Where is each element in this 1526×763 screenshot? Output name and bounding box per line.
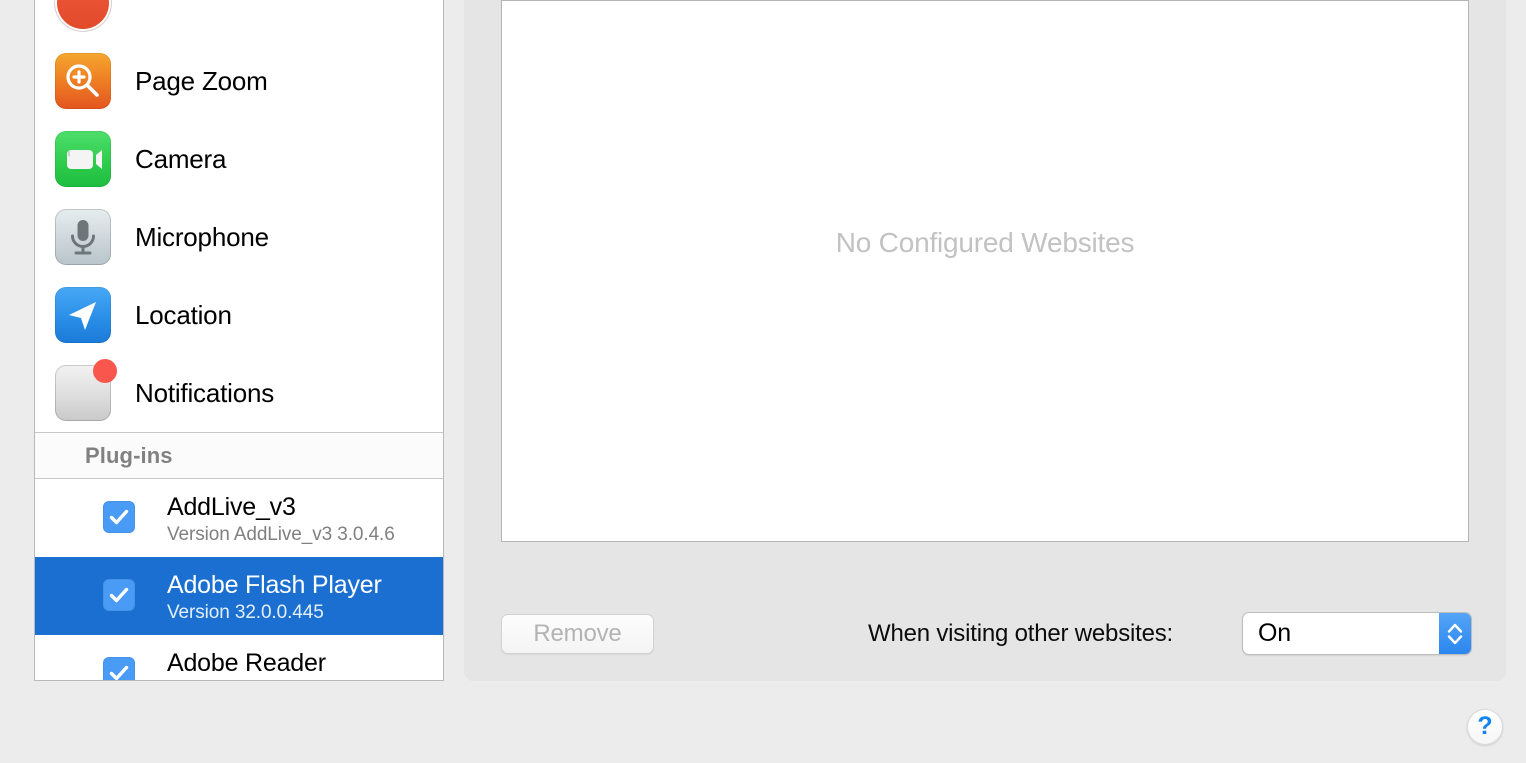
sidebar-item-notifications[interactable]: Notifications [35,354,443,432]
settings-sidebar-list[interactable]: Page Zoom Camera Microphone Location Not… [34,0,444,681]
plugin-row-addlive[interactable]: AddLive_v3 Version AddLive_v3 3.0.4.6 [35,479,443,557]
plugin-checkbox[interactable] [103,501,135,533]
sidebar-item-label: Location [135,299,232,330]
sidebar-item-label: Page Zoom [135,65,268,96]
sidebar-group-header-plugins: Plug-ins [35,432,443,479]
plugin-version: Version 17.012.20098 [167,678,350,680]
plugin-checkbox[interactable] [103,579,135,611]
stepper-arrows-icon[interactable] [1439,613,1471,654]
help-button[interactable]: ? [1467,709,1503,745]
remove-button[interactable]: Remove [501,614,654,654]
empty-state-message: No Configured Websites [835,227,1135,258]
microphone-icon [55,209,111,265]
sidebar-item-label: Microphone [135,221,269,252]
plugin-version: Version 32.0.0.445 [167,602,324,623]
notification-badge-icon [55,359,117,421]
sidebar-item-label: Notifications [135,377,275,408]
when-visiting-other-websites-select[interactable]: On [1242,612,1472,655]
group-header-label: Plug-ins [85,442,173,468]
plugin-name: Adobe Flash Player [167,571,382,599]
plugin-row-adobe-flash-player[interactable]: Adobe Flash Player Version 32.0.0.445 [35,557,443,635]
sidebar-item-microphone[interactable]: Microphone [35,198,443,276]
plugin-version: Version AddLive_v3 3.0.4.6 [167,524,395,545]
sidebar-item-location[interactable]: Location [35,276,443,354]
plugin-checkbox[interactable] [103,657,135,680]
location-arrow-icon [55,287,111,343]
magnifier-plus-icon [55,53,111,109]
sidebar-item-camera[interactable]: Camera [35,120,443,198]
detail-panel: No Configured Websites [464,0,1506,681]
partial-red-circle-icon [55,0,111,31]
plugin-name: AddLive_v3 [167,493,296,521]
sidebar-item-page-zoom[interactable]: Page Zoom [35,42,443,120]
video-camera-icon [55,131,111,187]
preferences-window: Page Zoom Camera Microphone Location Not… [0,0,1526,763]
configured-websites-list[interactable]: No Configured Websites [501,0,1469,542]
select-value: On [1258,619,1291,647]
when-visiting-other-websites-label: When visiting other websites: [868,620,1174,647]
sidebar-item-label: Camera [135,143,227,174]
plugin-name: Adobe Reader [167,649,326,677]
plugin-row-adobe-reader[interactable]: Adobe Reader Version 17.012.20098 [35,635,443,680]
sidebar-item-partial[interactable] [35,0,443,42]
